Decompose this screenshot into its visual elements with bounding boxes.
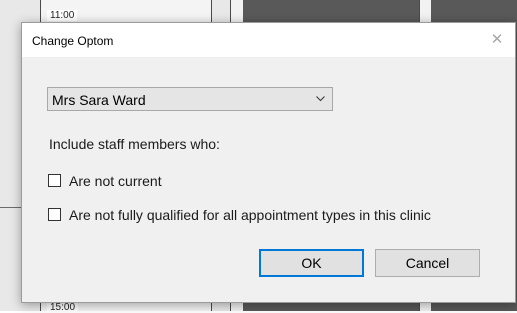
calendar-row-line — [0, 207, 21, 208]
not-current-checkbox[interactable] — [48, 174, 61, 187]
ok-button[interactable]: OK — [259, 249, 364, 277]
not-current-label[interactable]: Are not current — [69, 173, 162, 189]
not-qualified-checkbox[interactable] — [48, 208, 61, 221]
time-label: 11:00 — [47, 10, 78, 21]
chevron-down-icon — [316, 96, 325, 102]
dialog-title: Change Optom — [32, 34, 114, 48]
staff-select-value: Mrs Sara Ward — [52, 92, 146, 108]
not-qualified-label[interactable]: Are not fully qualified for all appointm… — [69, 207, 431, 223]
staff-select[interactable]: Mrs Sara Ward — [47, 87, 333, 111]
time-label: 15:00 — [47, 302, 79, 313]
dialog-titlebar: Change Optom ✕ — [22, 23, 515, 57]
cancel-button[interactable]: Cancel — [375, 249, 480, 277]
include-staff-label: Include staff members who: — [49, 136, 220, 152]
close-icon[interactable]: ✕ — [479, 23, 515, 57]
change-optom-dialog: Change Optom ✕ Mrs Sara Ward Include sta… — [21, 22, 516, 303]
